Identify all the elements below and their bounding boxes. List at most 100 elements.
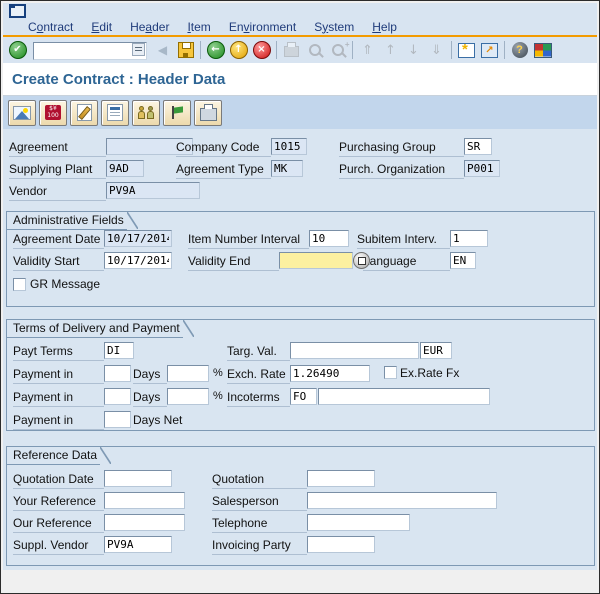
agreement-type-label: Agreement Type xyxy=(176,162,271,179)
subitem-interval-label: Subitem Interv. xyxy=(357,232,450,249)
command-history-icon[interactable] xyxy=(132,43,145,56)
menu-item-item[interactable]: Item xyxy=(178,19,219,35)
exch-rate-field[interactable] xyxy=(290,365,370,382)
shortcut-button[interactable] xyxy=(478,40,501,61)
ex-rate-fx-checkbox[interactable] xyxy=(384,366,397,379)
incoterms-label: Incoterms xyxy=(227,390,290,407)
days-1-label: Days xyxy=(133,367,167,384)
payt-terms-field[interactable] xyxy=(104,342,134,359)
payment-in-2-percent-field[interactable] xyxy=(167,388,209,405)
quotation-date-field[interactable] xyxy=(104,470,172,487)
page-title: Create Contract : Header Data xyxy=(12,70,226,88)
menu-item-contract[interactable]: Contract xyxy=(19,19,82,35)
find-next-button xyxy=(326,40,349,61)
supplying-plant-field xyxy=(106,160,144,177)
menu-item-environment[interactable]: Environment xyxy=(220,19,305,35)
payt-terms-label: Payt Terms xyxy=(13,344,104,361)
next-page-icon: ↓ xyxy=(408,42,419,58)
menu-bar: Contract Edit Header Item Environment System H… xyxy=(3,18,597,35)
window-titlebar xyxy=(3,3,597,18)
customize-layout-button[interactable] xyxy=(531,40,554,61)
administrative-fields-group: Administrative Fields Agreement Date Ite… xyxy=(6,211,595,307)
agreement-label: Agreement xyxy=(9,140,106,157)
command-field[interactable] xyxy=(33,41,147,60)
targ-val-field[interactable] xyxy=(290,342,419,359)
release-button[interactable] xyxy=(163,99,191,126)
print-preview-icon xyxy=(199,103,217,121)
your-reference-label: Your Reference xyxy=(13,494,104,511)
suppl-vendor-field[interactable] xyxy=(104,536,172,553)
item-number-interval-label: Item Number Interval xyxy=(188,232,309,249)
partners-button[interactable] xyxy=(132,99,160,126)
salesperson-field[interactable] xyxy=(307,492,497,509)
subitem-interval-field[interactable] xyxy=(450,230,488,247)
previous-page-button: ↑ xyxy=(379,40,402,61)
your-reference-field[interactable] xyxy=(104,492,185,509)
targ-val-currency-field[interactable] xyxy=(420,342,452,359)
payment-in-1-percent-field[interactable] xyxy=(167,365,209,382)
picture-button[interactable] xyxy=(8,99,36,126)
quotation-field[interactable] xyxy=(307,470,375,487)
last-page-icon: ⇓ xyxy=(431,42,442,58)
validity-end-label: Validity End xyxy=(188,254,279,271)
incoterms-text-field[interactable] xyxy=(318,388,490,405)
back-button[interactable]: ← xyxy=(204,40,227,61)
menu-item-edit[interactable]: Edit xyxy=(82,19,121,35)
last-page-button: ⇓ xyxy=(425,40,448,61)
texts-icon xyxy=(107,104,123,121)
gr-message-checkbox[interactable] xyxy=(13,278,26,291)
purchasing-group-field[interactable] xyxy=(464,138,492,155)
find-icon xyxy=(308,44,321,56)
terms-group: Terms of Delivery and Payment Payt Terms… xyxy=(6,319,595,431)
menu-item-header[interactable]: Header xyxy=(121,19,178,35)
back-field-button[interactable]: ◀ xyxy=(151,40,174,61)
validity-start-field[interactable] xyxy=(104,252,172,269)
print-button xyxy=(280,40,303,61)
payment-in-1-days-field[interactable] xyxy=(104,365,131,382)
telephone-field[interactable] xyxy=(307,514,410,531)
exit-button[interactable]: ↑ xyxy=(227,40,250,61)
enter-button[interactable]: ✔ xyxy=(6,40,29,61)
administrative-fields-tab: Administrative Fields xyxy=(7,212,138,230)
payment-in-2-days-field[interactable] xyxy=(104,388,131,405)
payment-in-3-days-field[interactable] xyxy=(104,411,131,428)
validity-start-label: Validity Start xyxy=(13,254,104,271)
quotation-label: Quotation xyxy=(212,472,307,489)
toolbar-separator xyxy=(276,41,277,59)
save-icon xyxy=(177,42,194,58)
terms-tab: Terms of Delivery and Payment xyxy=(7,320,194,338)
texts-button[interactable] xyxy=(101,99,129,126)
invoicing-party-field[interactable] xyxy=(307,536,375,553)
reference-data-tab: Reference Data xyxy=(7,447,112,465)
print-preview-button[interactable] xyxy=(194,99,222,126)
value-help-icon[interactable] xyxy=(353,252,370,269)
validity-end-field[interactable] xyxy=(279,252,353,269)
incoterms-field[interactable] xyxy=(290,388,317,405)
quotation-date-label: Quotation Date xyxy=(13,472,104,489)
menu-item-help[interactable]: Help xyxy=(363,19,406,35)
percent-2-sign: % xyxy=(213,390,223,402)
exch-rate-label: Exch. Rate xyxy=(227,367,290,384)
system-menu-icon[interactable] xyxy=(9,3,26,18)
company-code-label: Company Code xyxy=(176,140,271,157)
item-number-interval-field[interactable] xyxy=(309,230,349,247)
conditions-button[interactable] xyxy=(39,99,67,126)
new-session-button[interactable] xyxy=(455,40,478,61)
days-net-label: Days Net xyxy=(133,413,183,427)
language-field[interactable] xyxy=(450,252,476,269)
save-button[interactable] xyxy=(174,40,197,61)
language-label: Language xyxy=(363,254,450,271)
release-flag-icon xyxy=(169,105,185,120)
cancel-button[interactable]: × xyxy=(250,40,273,61)
picture-icon xyxy=(13,105,31,120)
supplying-plant-label: Supplying Plant xyxy=(9,162,106,179)
first-page-button: ⇑ xyxy=(356,40,379,61)
edit-button[interactable] xyxy=(70,99,98,126)
purchasing-group-label: Purchasing Group xyxy=(339,140,464,157)
customize-layout-icon xyxy=(533,42,552,58)
our-reference-field[interactable] xyxy=(104,514,185,531)
partners-icon xyxy=(137,105,155,120)
menu-item-system[interactable]: System xyxy=(305,19,363,35)
payment-in-2-label: Payment in xyxy=(13,390,104,407)
help-button[interactable] xyxy=(508,40,531,61)
